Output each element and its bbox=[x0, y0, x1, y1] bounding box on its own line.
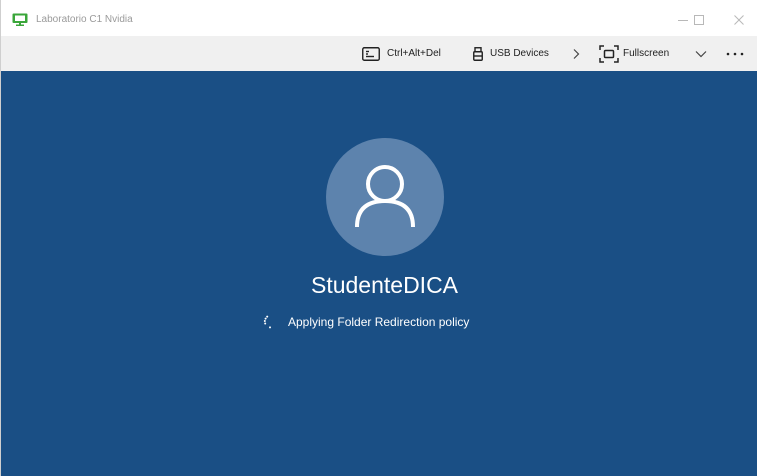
keyboard-icon bbox=[362, 46, 380, 61]
status-text: Applying Folder Redirection policy bbox=[288, 315, 470, 329]
maximize-button[interactable] bbox=[684, 8, 714, 32]
fullscreen-button[interactable]: Fullscreen bbox=[599, 36, 669, 71]
title-bar[interactable]: Laboratorio C1 Nvidia bbox=[1, 0, 757, 36]
remote-desktop-window: Laboratorio C1 Nvidia Ctrl+Alt+Del USB D… bbox=[0, 0, 757, 476]
chevron-down-icon bbox=[695, 50, 707, 58]
remote-desktop-icon bbox=[12, 13, 28, 26]
chevron-right-icon bbox=[572, 48, 580, 60]
window-title: Laboratorio C1 Nvidia bbox=[36, 14, 133, 25]
usb-devices-button[interactable]: USB Devices bbox=[473, 36, 549, 71]
session-toolbar: Ctrl+Alt+Del USB Devices Fullscreen bbox=[1, 36, 757, 71]
close-button[interactable] bbox=[724, 8, 754, 32]
remote-screen[interactable]: StudenteDICA Applying Folder Redirection… bbox=[1, 71, 757, 476]
more-icon bbox=[726, 52, 744, 56]
expand-toolbar-button[interactable] bbox=[572, 36, 580, 71]
close-icon bbox=[734, 15, 744, 25]
ctrl-alt-del-button[interactable]: Ctrl+Alt+Del bbox=[362, 36, 441, 71]
user-avatar bbox=[326, 138, 444, 256]
status-line: Applying Folder Redirection policy bbox=[263, 314, 469, 330]
loading-spinner-icon bbox=[263, 315, 277, 329]
ctrl-alt-del-label: Ctrl+Alt+Del bbox=[387, 48, 441, 59]
maximize-icon bbox=[694, 15, 704, 25]
fullscreen-label: Fullscreen bbox=[623, 48, 670, 59]
more-options-button[interactable] bbox=[726, 36, 744, 71]
username-label: StudenteDICA bbox=[310, 272, 459, 298]
collapse-toolbar-button[interactable] bbox=[695, 36, 707, 71]
fullscreen-icon bbox=[599, 44, 619, 63]
usb-devices-label: USB Devices bbox=[490, 48, 549, 59]
usb-icon bbox=[473, 46, 483, 61]
